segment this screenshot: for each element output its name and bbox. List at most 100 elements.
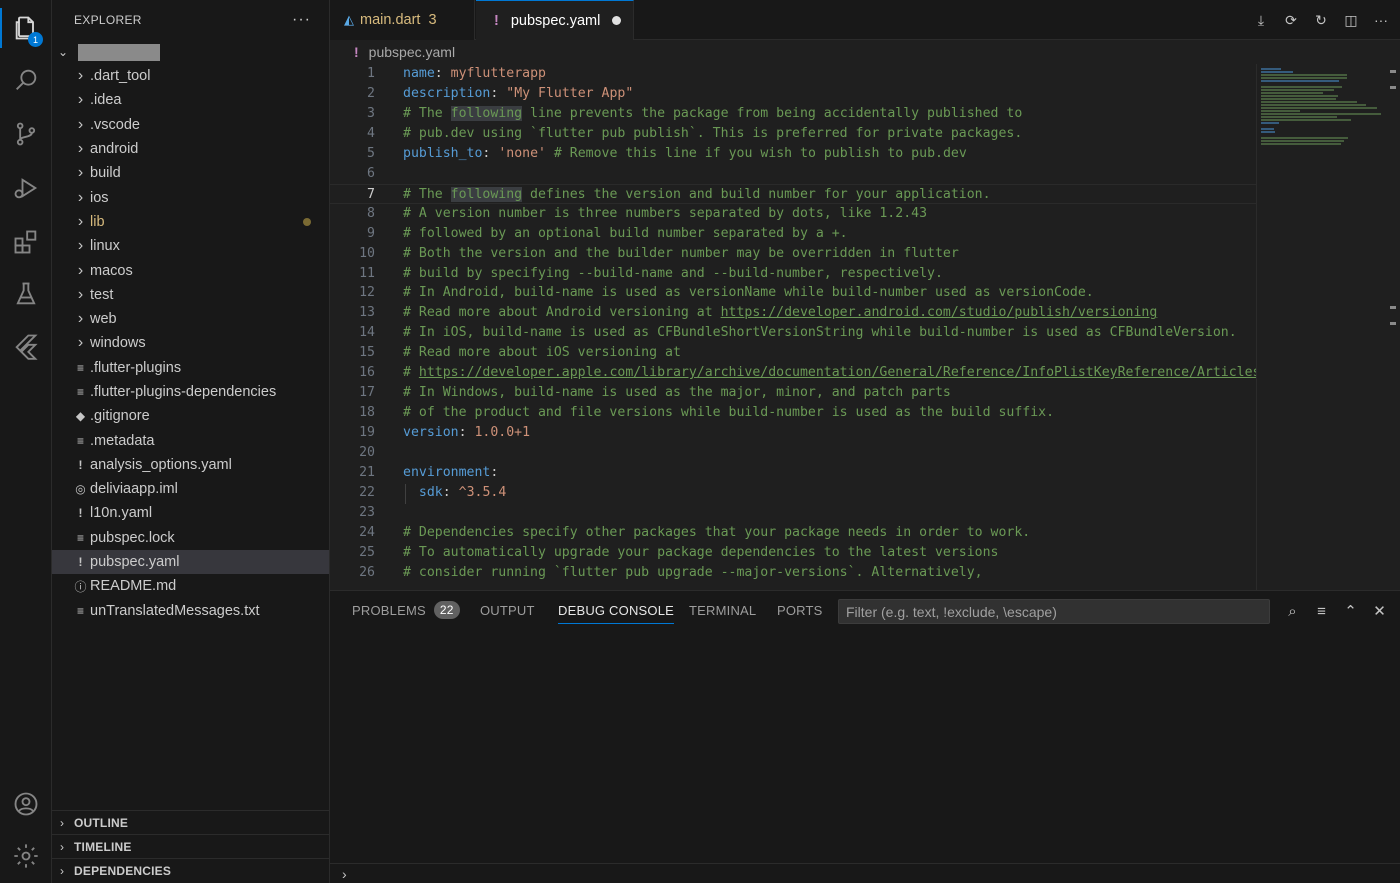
tree-item[interactable]: › lib [52, 210, 329, 234]
search-icon[interactable]: ⌕ [1284, 603, 1301, 620]
dependencies-section[interactable]: › DEPENDENCIES [52, 858, 330, 882]
split-editor-icon[interactable]: ◫ [1342, 12, 1360, 29]
code-line[interactable]: 18 # of the product and file versions whi… [330, 403, 1256, 423]
code-line[interactable]: 14 # In iOS, build-name is used as CFBund… [330, 323, 1256, 343]
code-line[interactable]: 21 environment: [330, 463, 1256, 483]
more-actions-icon[interactable]: ··· [1372, 12, 1390, 28]
code-text: # followed by an optional build number s… [403, 225, 848, 241]
code-line[interactable]: 9 # followed by an optional build number … [330, 224, 1256, 244]
timeline-section[interactable]: › TIMELINE [52, 834, 330, 858]
tree-item[interactable]: ◆ .gitignore [52, 404, 329, 428]
code-editor[interactable]: 1 name: myflutterapp 2 description: "My Flu… [330, 64, 1256, 590]
explorer-icon[interactable]: 1 [0, 4, 52, 52]
tree-item[interactable]: › build [52, 161, 329, 185]
outline-section[interactable]: › OUTLINE [52, 810, 330, 834]
tree-item[interactable]: ! analysis_options.yaml [52, 453, 329, 477]
code-line[interactable]: 13 # Read more about Android versioning a… [330, 303, 1256, 323]
code-line[interactable]: 22 sdk: ^3.5.4 [330, 483, 1256, 503]
download-icon[interactable]: ⤓ [1252, 12, 1270, 29]
maximize-panel-icon[interactable]: ⌃ [1342, 602, 1359, 620]
tree-item[interactable]: ≡ .metadata [52, 428, 329, 452]
tree-item[interactable]: › ios [52, 185, 329, 209]
yaml-file-icon: ! [78, 457, 83, 472]
search-icon[interactable] [0, 56, 52, 104]
tree-item[interactable]: ≡ pubspec.lock [52, 526, 329, 550]
tree-item[interactable]: › web [52, 307, 329, 331]
refresh-icon[interactable]: ↻ [1312, 12, 1330, 29]
code-line[interactable]: 1 name: myflutterapp [330, 64, 1256, 84]
tab-pubspec-yaml[interactable]: ! pubspec.yaml [476, 0, 634, 40]
console-input[interactable]: › [330, 863, 1400, 883]
code-text: # Both the version and the builder numbe… [403, 245, 959, 261]
testing-icon[interactable] [0, 270, 52, 318]
code-line[interactable]: 11 # build by specifying --build-name and… [330, 264, 1256, 284]
breadcrumb[interactable]: ! pubspec.yaml [330, 40, 1400, 64]
tree-item[interactable]: ≡ .flutter-plugins [52, 356, 329, 380]
scroll-marker [1390, 322, 1396, 325]
settings-icon[interactable] [0, 832, 52, 880]
account-icon[interactable] [0, 780, 52, 828]
chevron-right-icon: › [60, 815, 65, 830]
tree-item[interactable]: › linux [52, 234, 329, 258]
code-line[interactable]: 19 version: 1.0.0+1 [330, 423, 1256, 443]
tab-output[interactable]: OUTPUT [480, 591, 535, 629]
breadcrumb-file[interactable]: pubspec.yaml [369, 44, 455, 60]
unsaved-dot-icon[interactable] [612, 16, 621, 25]
more-actions-icon[interactable]: ··· [292, 11, 311, 29]
code-line[interactable]: 12 # In Android, build-name is used as ve… [330, 283, 1256, 303]
tab-main-dart[interactable]: ◭ main.dart 3 [330, 0, 475, 40]
chevron-right-icon: › [77, 261, 84, 279]
tree-item[interactable]: › .vscode [52, 113, 329, 137]
line-number: 14 [359, 325, 375, 341]
tab-ports[interactable]: PORTS [777, 591, 823, 629]
console-filter-input[interactable]: Filter (e.g. text, !exclude, \escape) [838, 599, 1270, 624]
code-line[interactable]: 20 [330, 443, 1256, 463]
tree-item[interactable]: ! pubspec.yaml [52, 549, 329, 575]
code-line[interactable]: 26 # consider running `flutter pub upgrad… [330, 563, 1256, 583]
scroll-marker [1390, 306, 1396, 309]
tree-item[interactable]: › windows [52, 331, 329, 355]
code-line[interactable]: 15 # Read more about iOS versioning at [330, 343, 1256, 363]
code-line[interactable]: 2 description: "My Flutter App" [330, 84, 1256, 104]
minimap-line [1261, 74, 1347, 76]
code-line[interactable]: 25 # To automatically upgrade your packag… [330, 543, 1256, 563]
code-line[interactable]: 10 # Both the version and the builder num… [330, 244, 1256, 264]
tree-item[interactable]: ≡ unTranslatedMessages.txt [52, 599, 329, 623]
extensions-icon[interactable] [0, 218, 52, 266]
flutter-icon[interactable] [0, 322, 52, 370]
tab-terminal[interactable]: TERMINAL [689, 591, 756, 629]
code-line[interactable]: 23 [330, 503, 1256, 523]
code-line[interactable]: 8 # A version number is three numbers sep… [330, 204, 1256, 224]
code-line[interactable]: 16 # https://developer.apple.com/library/… [330, 363, 1256, 383]
code-text: sdk: ^3.5.4 [418, 484, 507, 500]
tree-item[interactable]: ! l10n.yaml [52, 501, 329, 525]
tree-item[interactable]: ⓘ README.md [52, 574, 329, 598]
tab-debug-console[interactable]: DEBUG CONSOLE [558, 591, 675, 629]
close-icon[interactable]: ✕ [1371, 602, 1388, 620]
code-text: # consider running `flutter pub upgrade … [403, 564, 983, 580]
run-debug-icon[interactable] [0, 164, 52, 212]
sync-icon[interactable]: ⟳ [1282, 12, 1300, 29]
dependencies-label: DEPENDENCIES [74, 863, 172, 878]
tab-problems[interactable]: PROBLEMS 22 [352, 591, 460, 629]
vertical-scrollbar[interactable] [1386, 64, 1400, 590]
tree-item[interactable]: ◎ deliviaapp.iml [52, 477, 329, 501]
workspace-root[interactable]: ⌄ [52, 40, 329, 64]
tree-item[interactable]: › android [52, 137, 329, 161]
code-line[interactable]: 4 # pub.dev using `flutter pub publish`. … [330, 124, 1256, 144]
text-file-icon: ≡ [76, 360, 84, 375]
clear-console-icon[interactable]: ≡ [1313, 603, 1330, 620]
code-line[interactable]: 6 [330, 164, 1256, 184]
source-control-icon[interactable] [0, 110, 52, 158]
code-line[interactable]: 3 # The following line prevents the packa… [330, 104, 1256, 124]
minimap[interactable] [1256, 64, 1386, 590]
code-line[interactable]: 24 # Dependencies specify other packages … [330, 523, 1256, 543]
tree-item[interactable]: › macos [52, 258, 329, 282]
code-line[interactable]: 5 publish_to: 'none' # Remove this line i… [330, 144, 1256, 164]
code-line[interactable]: 17 # In Windows, build-name is used as th… [330, 383, 1256, 403]
tree-item[interactable]: › .idea [52, 88, 329, 112]
tree-item[interactable]: › test [52, 283, 329, 307]
tree-item[interactable]: › .dart_tool [52, 64, 329, 88]
tree-item[interactable]: ≡ .flutter-plugins-dependencies [52, 380, 329, 404]
code-line[interactable]: 7 # The following defines the version and… [330, 183, 1256, 204]
